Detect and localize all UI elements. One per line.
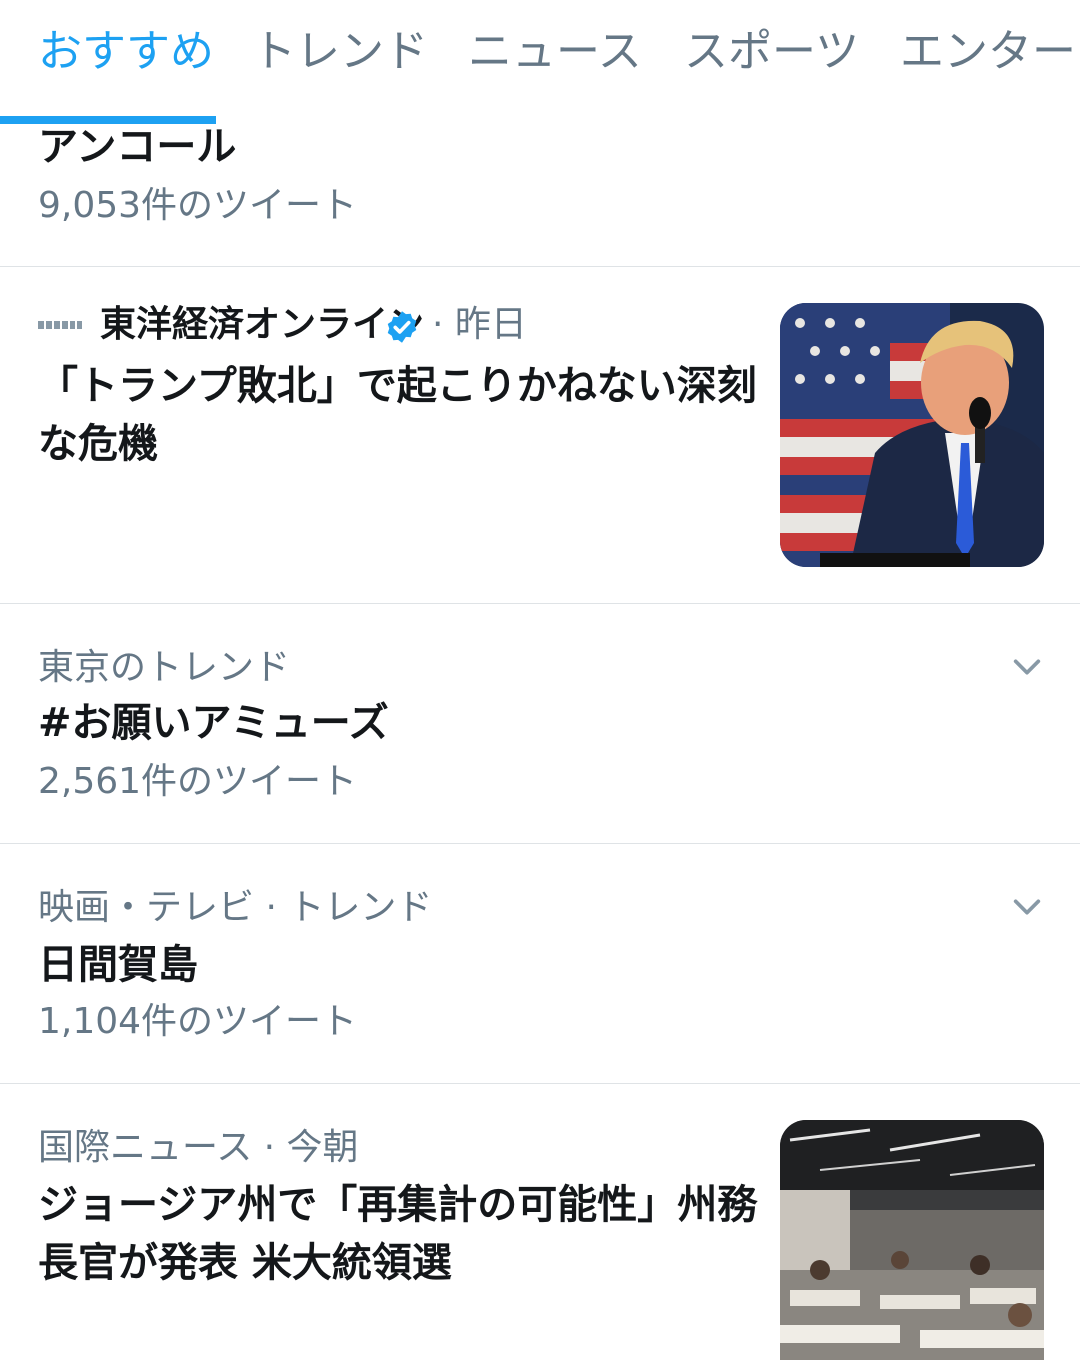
news-headline: 「トランプ敗北」で起こりかねない深刻な危機 [38, 363, 757, 467]
trend-item-amuse[interactable]: 東京のトレンド #お願いアミューズ 2,561件のツイート [0, 604, 1080, 844]
trend-tweet-count: 9,053件のツイート [38, 185, 358, 226]
news-time: · 昨日 [432, 304, 527, 345]
tab-trends[interactable]: トレンド [252, 22, 428, 82]
trend-title: アンコール [38, 124, 237, 170]
trend-category: 映画・テレビ · トレンド [38, 887, 433, 928]
explore-tabs: おすすめ トレンド ニュース スポーツ エンターテ [0, 0, 1080, 125]
trend-item-encore[interactable]: アンコール 9,053件のツイート [0, 124, 1080, 267]
trend-tweet-count: 2,561件のツイート [38, 761, 358, 802]
source-logo-icon [38, 321, 82, 329]
news-source-name: 東洋経済オンライン [100, 304, 425, 345]
news-thumbnail[interactable] [780, 303, 1044, 567]
chevron-down-icon[interactable] [1010, 890, 1044, 924]
verified-badge-icon [387, 311, 417, 343]
news-meta: 国際ニュース · 今朝 [38, 1127, 359, 1168]
news-photo-icon [780, 303, 1044, 567]
news-headline: ジョージア州で「再集計の可能性」州務長官が発表 米大統領選 [38, 1182, 758, 1286]
trend-item-himakajima[interactable]: 映画・テレビ · トレンド 日間賀島 1,104件のツイート [0, 844, 1080, 1084]
news-item-georgia[interactable]: 国際ニュース · 今朝 ジョージア州で「再集計の可能性」州務長官が発表 米大統領… [0, 1084, 1080, 1360]
trend-title: 日間賀島 [38, 942, 198, 988]
trend-category: 東京のトレンド [38, 647, 291, 688]
trend-title: #お願いアミューズ [38, 700, 389, 746]
chevron-down-icon[interactable] [1010, 650, 1044, 684]
tab-news[interactable]: ニュース [468, 22, 642, 82]
trend-tweet-count: 1,104件のツイート [38, 1001, 358, 1042]
news-item-toyokeizai[interactable]: 東洋経済オンライン · 昨日 「トランプ敗北」で起こりかねない深刻な危機 [0, 267, 1080, 604]
news-thumbnail[interactable] [780, 1120, 1044, 1360]
tab-recommended[interactable]: おすすめ [38, 22, 214, 82]
tab-entertainment[interactable]: エンターテ [900, 22, 1080, 82]
tab-sports[interactable]: スポーツ [684, 22, 859, 82]
news-photo-icon [780, 1120, 1044, 1360]
